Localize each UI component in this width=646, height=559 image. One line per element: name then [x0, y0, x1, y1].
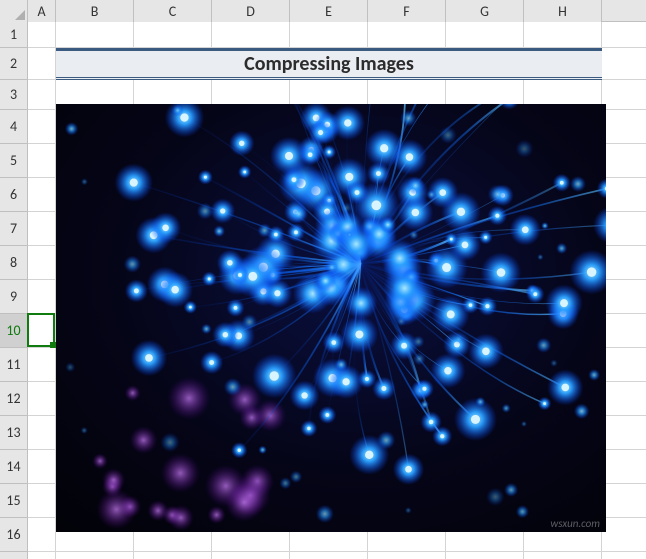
spreadsheet-grid: A B C D E F G H 1 2 3 4 5 6 7 8 9 10 11 … [0, 0, 646, 559]
row-header-14[interactable]: 14 [0, 450, 27, 484]
col-header-C[interactable]: C [134, 0, 212, 22]
title-text: Compressing Images [244, 52, 414, 76]
row-header-12[interactable]: 12 [0, 382, 27, 416]
row-header-2[interactable]: 2 [0, 48, 27, 80]
row-headers-col: 1 2 3 4 5 6 7 8 9 10 11 12 13 14 15 16 [0, 22, 28, 559]
cells-area[interactable]: Compressing Images [28, 22, 646, 559]
active-cell-outline [27, 313, 55, 347]
row-header-3[interactable]: 3 [0, 80, 27, 110]
embedded-image[interactable]: wsxun.com [56, 104, 606, 532]
title-merged-cell[interactable]: Compressing Images [56, 48, 602, 80]
row-header-5[interactable]: 5 [0, 144, 27, 178]
row-header-13[interactable]: 13 [0, 416, 27, 450]
row-header-11[interactable]: 11 [0, 348, 27, 382]
row-header-7[interactable]: 7 [0, 212, 27, 246]
col-header-G[interactable]: G [446, 0, 524, 22]
row-header-9[interactable]: 9 [0, 280, 27, 314]
col-header-H[interactable]: H [524, 0, 602, 22]
column-headers-row: A B C D E F G H [0, 0, 646, 22]
col-header-A[interactable]: A [28, 0, 56, 22]
select-all-corner[interactable] [0, 0, 28, 22]
col-header-E[interactable]: E [290, 0, 368, 22]
row-header-1[interactable]: 1 [0, 22, 27, 48]
col-header-D[interactable]: D [212, 0, 290, 22]
col-header-B[interactable]: B [56, 0, 134, 22]
row-header-16[interactable]: 16 [0, 518, 27, 552]
col-header-F[interactable]: F [368, 0, 446, 22]
row-header-6[interactable]: 6 [0, 178, 27, 212]
row-header-8[interactable]: 8 [0, 246, 27, 280]
row-header-10[interactable]: 10 [0, 314, 27, 348]
row-header-4[interactable]: 4 [0, 110, 27, 144]
row-header-15[interactable]: 15 [0, 484, 27, 518]
